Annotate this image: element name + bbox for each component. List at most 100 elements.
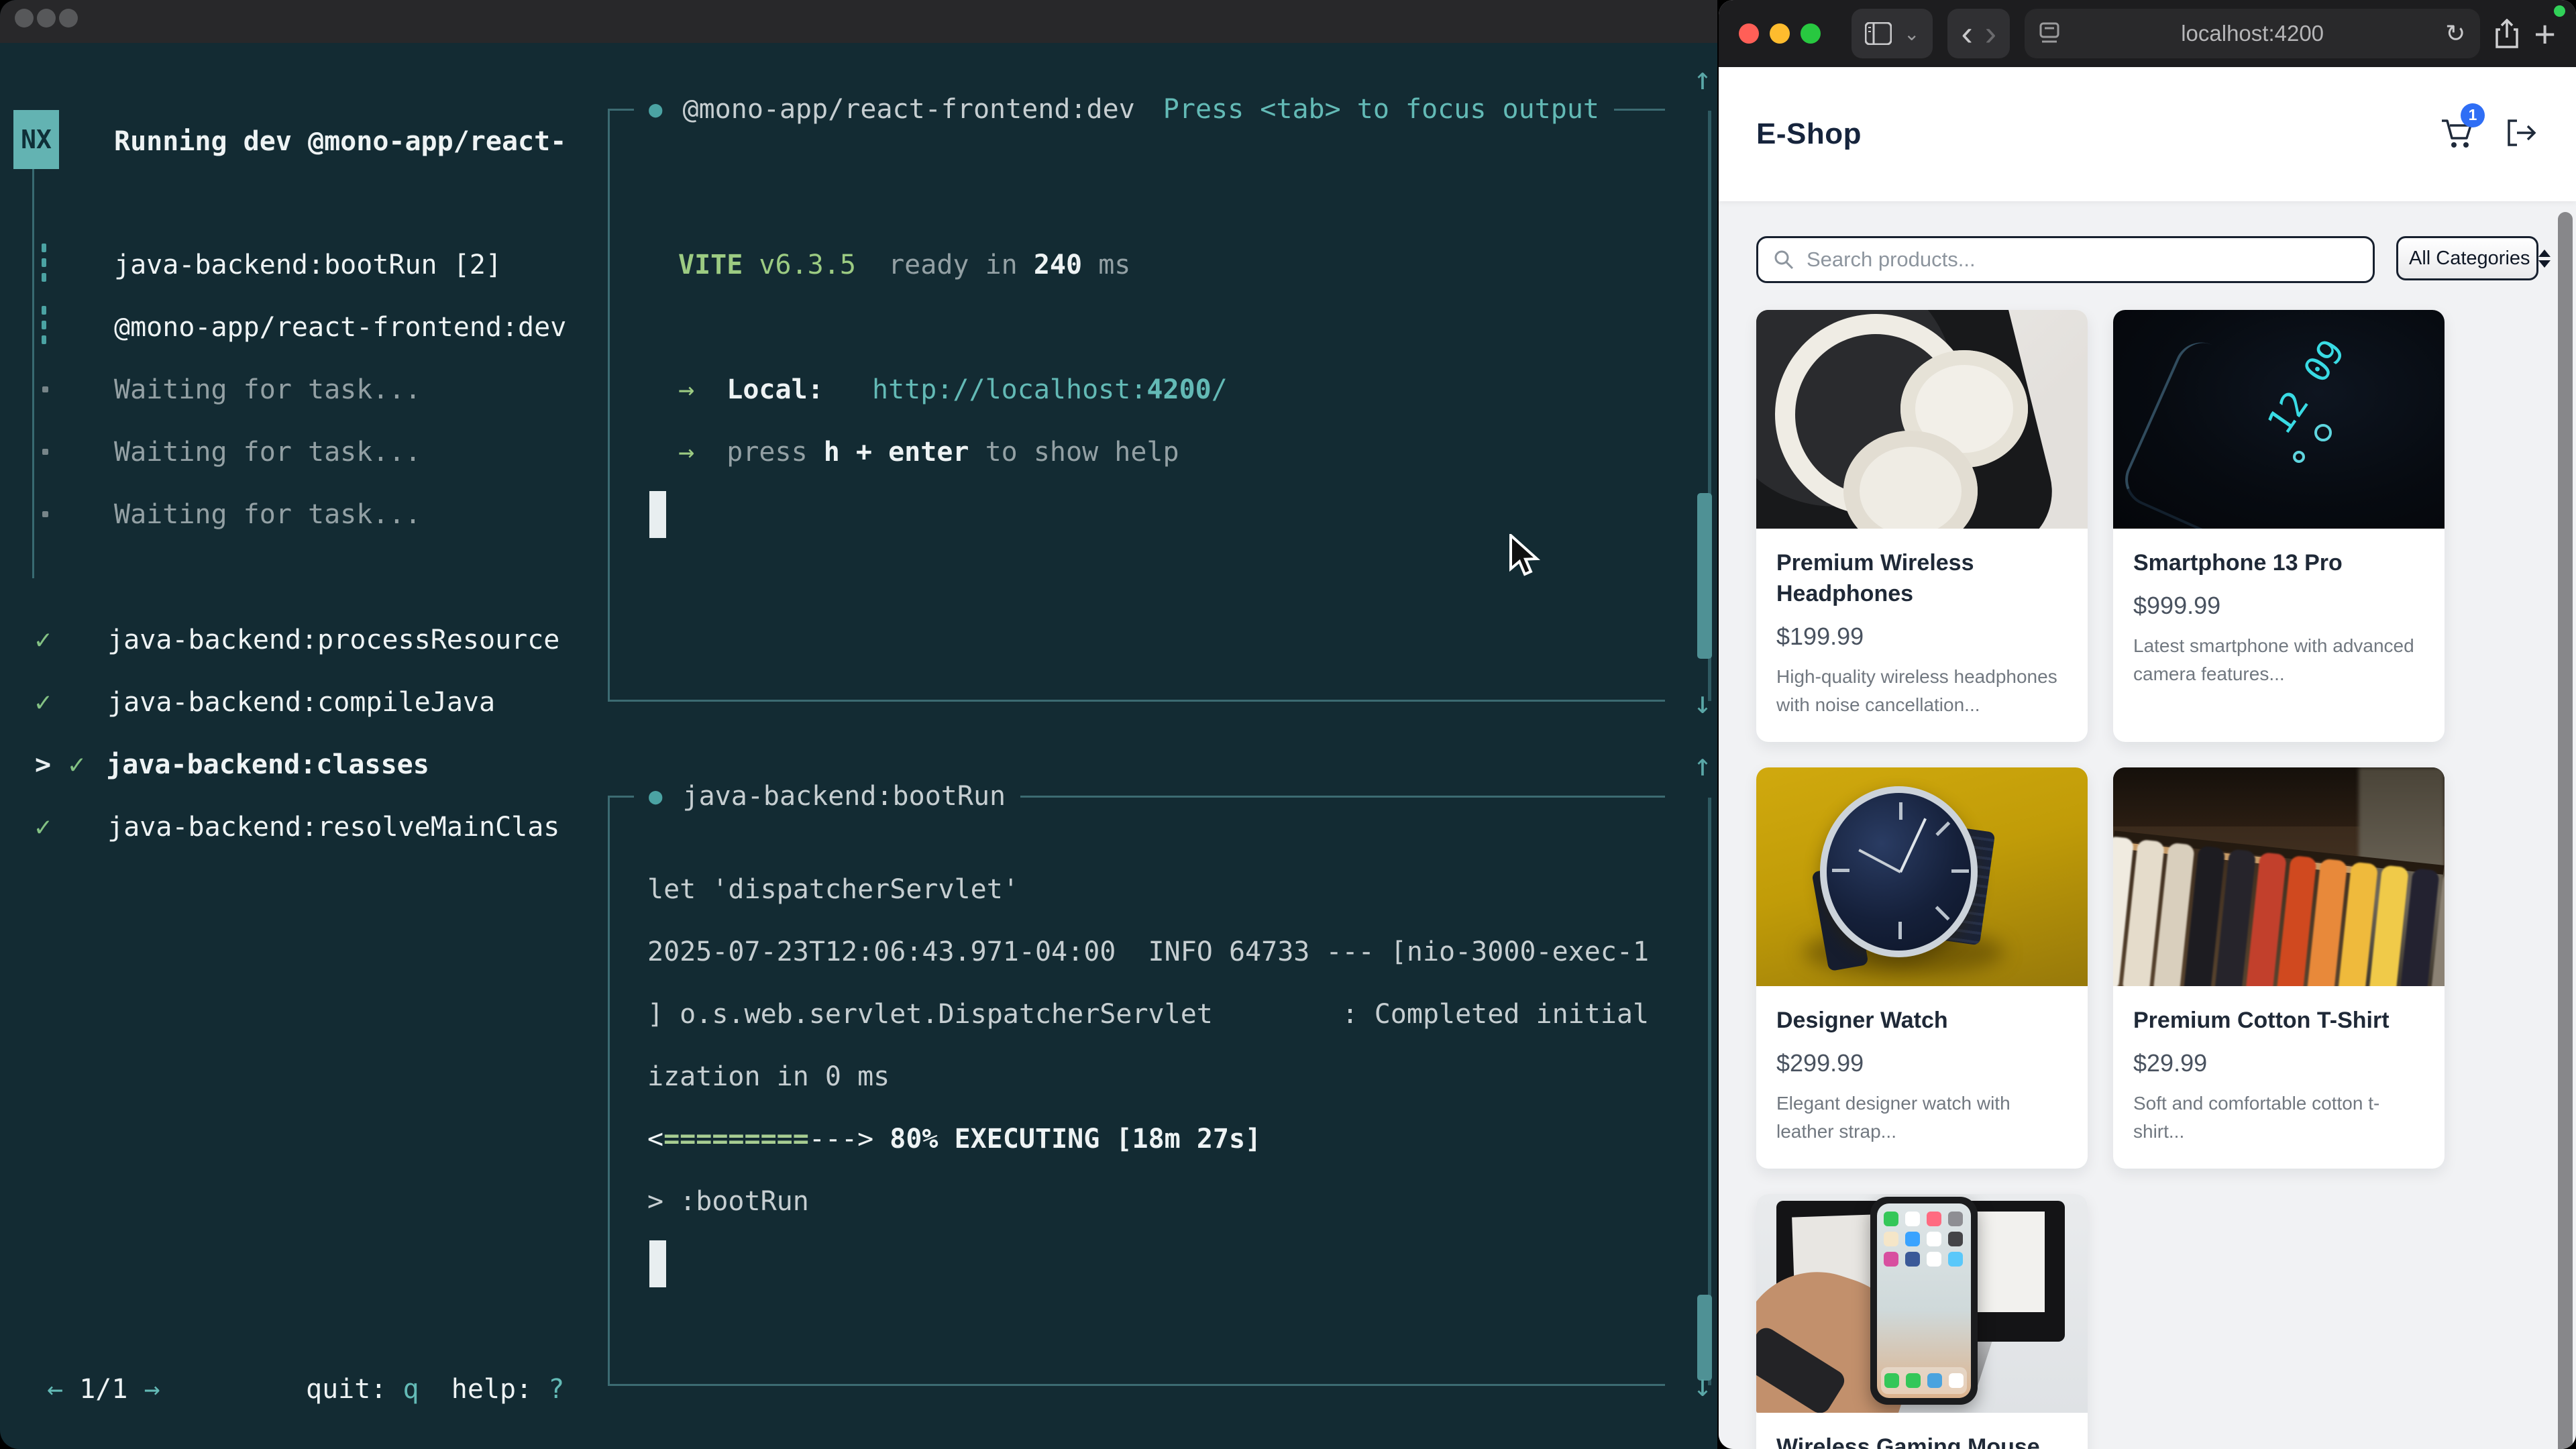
product-name: Premium Wireless Headphones [1776, 547, 2068, 609]
pager-next-icon[interactable]: → [144, 1374, 160, 1405]
pager-control[interactable]: ← 1/1 → [47, 1358, 160, 1420]
panel-title: @mono-app/react-frontend:dev [682, 94, 1134, 125]
sidebar-toggle-icon[interactable] [1865, 22, 1892, 45]
shop-logo-title[interactable]: E-Shop [1756, 117, 1862, 151]
cart-count-badge: 1 [2461, 103, 2485, 127]
back-button[interactable]: ‹ [1961, 13, 1972, 54]
vite-ready-line: VITE v6.3.5 ready in 240 ms [678, 233, 1130, 296]
task-spinner-icon [42, 306, 46, 344]
arrow-icon: → [678, 437, 694, 468]
product-card[interactable]: Designer Watch $299.99 Elegant designer … [1756, 767, 2088, 1169]
search-input[interactable] [1807, 248, 2358, 272]
refresh-icon[interactable]: ↻ [2445, 19, 2465, 48]
waiting-dot-icon [42, 511, 48, 517]
product-image-mouse [1756, 1194, 2088, 1413]
task-waiting-3: Waiting for task... [114, 483, 421, 545]
waiting-dot-icon [42, 449, 48, 455]
shop-page: All Categories Premium Wireless Headphon… [1719, 201, 2576, 1449]
log-line: ] o.s.web.servlet.DispatcherServlet : Co… [647, 983, 1649, 1045]
address-bar[interactable]: localhost:4200 ↻ [2025, 9, 2480, 58]
browser-scrollbar-thumb[interactable] [2558, 212, 2573, 1449]
task-bullet-icon: ● [649, 96, 662, 123]
panel-hint: Press <tab> to focus output [1163, 94, 1599, 125]
browser-minimize-button[interactable] [1770, 23, 1790, 44]
arrow-icon: → [678, 374, 694, 405]
product-description: Latest smartphone with advanced camera f… [2133, 632, 2424, 688]
new-tab-button[interactable]: + [2534, 12, 2556, 56]
product-description: Elegant designer watch with leather stra… [1776, 1089, 2068, 1146]
nav-button-group: ‹ › [1947, 9, 2010, 58]
browser-toolbar: ⌄ ‹ › localhost:4200 ↻ + [1719, 0, 2576, 67]
cart-button[interactable]: 1 [2439, 115, 2474, 154]
output-panel-backend-header[interactable]: ● java-backend:bootRun [634, 764, 1020, 828]
task-done-2[interactable]: ✓ java-backend:compileJava [35, 671, 495, 733]
chevron-down-icon[interactable]: ⌄ [1904, 23, 1919, 45]
keybinding-hints: quit: q help: ? [306, 1358, 564, 1420]
task-done-1[interactable]: ✓ java-backend:processResource [35, 608, 559, 671]
shop-header: E-Shop 1 [1719, 67, 2576, 201]
product-name: Wireless Gaming Mouse [1776, 1432, 2068, 1449]
progress-bar: ========= [663, 1124, 809, 1155]
product-price: $999.99 [2133, 592, 2424, 620]
product-card[interactable]: Premium Wireless Headphones $199.99 High… [1756, 310, 2088, 742]
window-minimize-button[interactable] [37, 9, 56, 28]
task-waiting-2: Waiting for task... [114, 421, 421, 483]
panel-title: java-backend:bootRun [682, 781, 1006, 812]
waiting-dot-icon [42, 386, 48, 392]
panel1-scroll-up-icon[interactable]: ↑ [1682, 47, 1717, 109]
window-zoom-button[interactable] [59, 9, 78, 28]
panel1-scroll-thumb[interactable] [1697, 493, 1712, 659]
pager-prev-icon[interactable]: ← [47, 1374, 63, 1405]
terminal-window: NX Running dev @mono-app/react- java-bac… [0, 0, 1717, 1449]
logout-icon [2504, 117, 2538, 149]
sidebar-button-group[interactable]: ⌄ [1851, 9, 1933, 58]
log-line: ization in 0 ms [647, 1045, 890, 1108]
task-done-3-selected[interactable]: > ✓ java-backend:classes [35, 733, 429, 796]
panel2-scroll-up-icon[interactable]: ↑ [1682, 733, 1717, 796]
vite-local-url-line: → Local: http://localhost:4200/ [678, 358, 1228, 421]
browser-window: ⌄ ‹ › localhost:4200 ↻ + E-Shop [1719, 0, 2576, 1449]
search-box[interactable] [1756, 236, 2375, 283]
product-price: $199.99 [1776, 623, 2068, 651]
share-icon[interactable] [2495, 19, 2519, 48]
terminal-cursor [649, 1240, 666, 1287]
output-panel-frontend-header[interactable]: ● @mono-app/react-frontend:dev Press <ta… [634, 77, 1614, 142]
product-card[interactable]: Premium Cotton T-Shirt $29.99 Soft and c… [2113, 767, 2445, 1169]
browser-traffic-lights [1739, 23, 1821, 44]
product-name: Smartphone 13 Pro [2133, 547, 2424, 578]
product-image-tshirt [2113, 767, 2445, 986]
forward-button[interactable]: › [1985, 13, 1996, 54]
browser-zoom-button[interactable] [1801, 23, 1821, 44]
local-url-link[interactable]: http://localhost: [872, 374, 1146, 405]
page-format-icon[interactable] [2039, 22, 2059, 45]
nx-logo: NX [13, 110, 59, 169]
log-line: 2025-07-23T12:06:43.971-04:00 INFO 64733… [647, 920, 1649, 983]
url-text[interactable]: localhost:4200 [2059, 21, 2445, 46]
panel2-scroll-down-icon[interactable]: ↓ [1682, 1354, 1717, 1416]
desktop: NX Running dev @mono-app/react- java-bac… [0, 0, 2576, 1449]
product-image-smartphone: 12 09 [2113, 310, 2445, 529]
task-done-4[interactable]: ✓ java-backend:resolveMainClas [35, 796, 559, 858]
check-icon: ✓ [35, 687, 51, 718]
task-bullet-icon: ● [649, 783, 662, 810]
task-running-2[interactable]: @mono-app/react-frontend:dev [114, 296, 566, 358]
task-tree-line [32, 169, 34, 578]
task-running-1[interactable]: java-backend:bootRun [2] [114, 233, 502, 296]
product-name: Designer Watch [1776, 1005, 2068, 1036]
product-card[interactable]: 12 09 Smartphone 13 Pro $999.99 Latest s… [2113, 310, 2445, 742]
logout-button[interactable] [2504, 117, 2538, 152]
terminal-run-title: Running dev @mono-app/react- [114, 110, 566, 172]
search-icon [1773, 249, 1794, 270]
check-icon: ✓ [68, 749, 85, 780]
category-select[interactable]: All Categories [2396, 236, 2538, 280]
window-close-button[interactable] [15, 9, 34, 28]
product-price: $29.99 [2133, 1049, 2424, 1077]
product-card[interactable]: Wireless Gaming Mouse $79.99 High-perfor… [1756, 1194, 2088, 1449]
mouse-cursor [1508, 534, 1547, 578]
browser-close-button[interactable] [1739, 23, 1759, 44]
vite-help-line: → press h + enter to show help [678, 421, 1179, 483]
terminal-cursor [649, 491, 666, 538]
panel1-scroll-down-icon[interactable]: ↓ [1682, 671, 1717, 733]
terminal-titlebar[interactable] [0, 0, 1717, 43]
select-stepper-icon [2538, 250, 2551, 268]
